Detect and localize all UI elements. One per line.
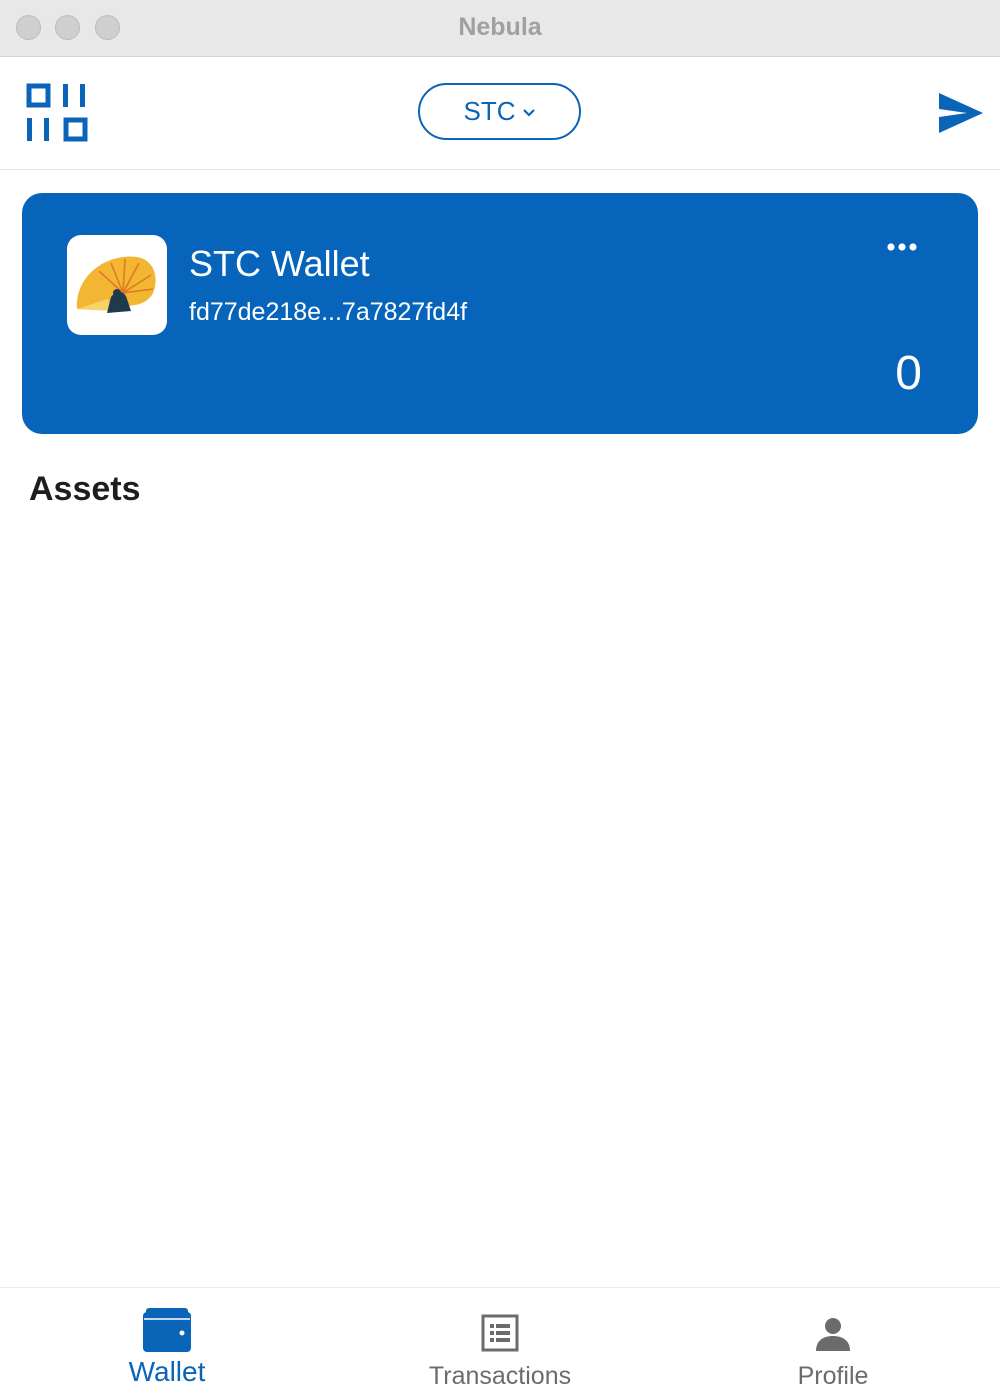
bottom-navigation: Wallet Transactions Profile: [0, 1287, 1000, 1400]
window-title: Nebula: [458, 13, 542, 41]
coin-selector-label: STC: [463, 96, 516, 126]
chevron-down-icon: [522, 108, 535, 117]
wallet-name: STC Wallet: [189, 243, 370, 284]
coin-selector-button[interactable]: STC: [418, 83, 581, 140]
nav-label-profile: Profile: [797, 1362, 869, 1390]
nav-label-transactions: Transactions: [428, 1362, 572, 1390]
assets-heading: Assets: [29, 470, 141, 508]
top-header: STC: [0, 57, 1000, 170]
wallet-card[interactable]: STC Wallet fd77de218e...7a7827fd4f 0: [22, 193, 978, 434]
nav-item-wallet[interactable]: Wallet: [67, 1288, 267, 1400]
wallet-address[interactable]: fd77de218e...7a7827fd4f: [189, 298, 467, 327]
wallet-balance: 0: [895, 347, 922, 400]
wallet-logo: [67, 235, 167, 335]
send-icon[interactable]: [937, 91, 985, 135]
nautilus-shell-logo: [76, 256, 156, 313]
qr-scan-icon[interactable]: [26, 83, 88, 143]
app-window: Nebula STC STC Wallet fd77de218e...7a782…: [0, 0, 1000, 1400]
nav-item-transactions[interactable]: Transactions: [400, 1288, 600, 1400]
nav-label-wallet: Wallet: [128, 1356, 206, 1387]
wallet-icon: [143, 1308, 191, 1352]
title-bar: Nebula: [0, 0, 1000, 57]
nav-item-profile[interactable]: Profile: [733, 1288, 933, 1400]
transactions-list-icon: [481, 1314, 519, 1352]
profile-icon: [816, 1318, 850, 1351]
more-horizontal-icon[interactable]: [886, 237, 918, 257]
